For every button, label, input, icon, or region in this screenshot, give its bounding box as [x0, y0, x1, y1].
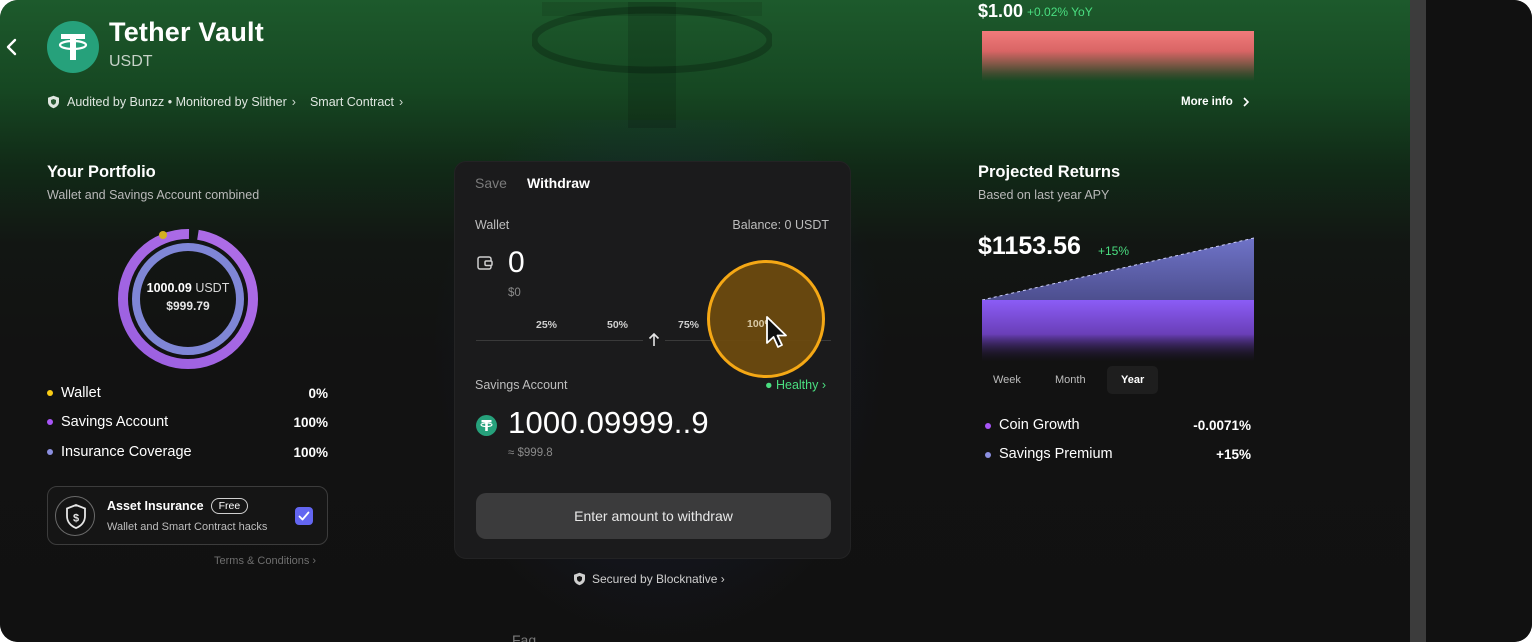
- portfolio-total: 1000.09 USDT $999.79: [113, 281, 263, 313]
- legend-row-savings: Savings Account 100%: [47, 414, 328, 430]
- savings-premium-dot: [985, 452, 991, 458]
- savings-amount: 1000.09999..9: [508, 405, 709, 440]
- wallet-usd-value: $0: [508, 287, 521, 299]
- app-frame: Tether Vault USDT Audited by Bunzz • Mon…: [0, 0, 1532, 642]
- return-row-savings-premium: Savings Premium +15%: [985, 446, 1251, 462]
- percent-50-button[interactable]: 50%: [607, 319, 628, 331]
- wallet-label: Wallet: [475, 218, 510, 232]
- legend-label: Insurance Coverage: [61, 444, 192, 460]
- insurance-checkbox[interactable]: [295, 507, 313, 525]
- wallet-dot: [47, 390, 53, 396]
- insurance-subtitle: Wallet and Smart Contract hacks: [107, 521, 268, 533]
- return-label: Coin Growth: [999, 417, 1080, 433]
- vault-page: Tether Vault USDT Audited by Bunzz • Mon…: [0, 0, 1410, 642]
- return-row-coin-growth: Coin Growth -0.0071%: [985, 417, 1251, 433]
- legend-row-insurance: Insurance Coverage 100%: [47, 444, 328, 460]
- chevron-right-icon: ›: [399, 95, 404, 109]
- legend-row-wallet: Wallet 0%: [47, 385, 328, 401]
- secured-by-link[interactable]: Secured by Blocknative ›: [573, 572, 725, 586]
- shield-icon: [48, 95, 59, 109]
- legend-label: Wallet: [61, 385, 101, 401]
- total-unit: USDT: [195, 281, 230, 295]
- projected-returns-title: Projected Returns: [978, 163, 1121, 181]
- portfolio-title: Your Portfolio: [47, 163, 156, 181]
- checkmark-icon: [298, 511, 310, 521]
- secured-label: Secured by Blocknative ›: [592, 572, 725, 586]
- wallet-amount-input[interactable]: 0: [508, 246, 525, 280]
- range-week[interactable]: Week: [979, 366, 1035, 394]
- window-divider[interactable]: [1410, 0, 1426, 642]
- savings-label: Savings Account: [475, 378, 568, 392]
- withdraw-button[interactable]: Enter amount to withdraw: [476, 493, 831, 539]
- percent-75-button[interactable]: 75%: [678, 319, 699, 331]
- savings-usd-value: ≈ $999.8: [508, 447, 553, 459]
- mouse-pointer-icon: [766, 316, 787, 348]
- insurance-dot: [47, 449, 53, 455]
- adjacent-window: [1426, 0, 1532, 642]
- legend-value: 100%: [293, 444, 328, 460]
- insurance-title-label: Asset Insurance: [107, 499, 204, 513]
- legend-value: 100%: [293, 414, 328, 430]
- legend-value: 0%: [308, 385, 328, 401]
- more-info-label: More info: [1181, 96, 1233, 108]
- terms-link[interactable]: Terms & Conditions ›: [214, 555, 316, 567]
- more-info-link[interactable]: More info: [1181, 96, 1253, 108]
- health-status-link[interactable]: ● Healthy ›: [765, 378, 826, 392]
- coin-growth-dot: [985, 423, 991, 429]
- tether-logo-icon: [47, 21, 99, 73]
- percent-25-button[interactable]: 25%: [536, 319, 557, 331]
- token-price: $1.00: [978, 1, 1024, 21]
- free-badge: Free: [210, 498, 249, 514]
- return-value: +15%: [1216, 446, 1251, 462]
- wallet-balance: Balance: 0 USDT: [732, 218, 829, 232]
- token-symbol: USDT: [109, 53, 153, 70]
- legend-label: Savings Account: [61, 414, 169, 430]
- arrow-up-icon[interactable]: [643, 329, 665, 351]
- portfolio-subtitle: Wallet and Savings Account combined: [47, 188, 260, 202]
- price-chart: [982, 31, 1254, 81]
- tab-withdraw[interactable]: Withdraw: [527, 175, 590, 191]
- shield-icon: [574, 572, 585, 586]
- tether-coin-icon: [476, 415, 497, 436]
- tab-save[interactable]: Save: [475, 175, 507, 191]
- page-title: Tether Vault: [109, 17, 264, 47]
- audit-links: Audited by Bunzz • Monitored by Slither …: [47, 95, 417, 109]
- return-value: -0.0071%: [1193, 417, 1251, 433]
- back-arrow-icon[interactable]: [4, 36, 18, 58]
- chevron-right-icon: ›: [291, 95, 296, 109]
- faq-heading-peek: Faq: [512, 632, 537, 642]
- total-usd: $999.79: [166, 299, 210, 313]
- chevron-right-icon: [1243, 97, 1249, 107]
- svg-text:$: $: [73, 513, 79, 525]
- return-label: Savings Premium: [999, 446, 1113, 462]
- audit-link[interactable]: Audited by Bunzz • Monitored by Slither: [67, 95, 287, 109]
- wallet-icon: [477, 256, 493, 270]
- insurance-title: Asset Insurance Free: [107, 498, 249, 514]
- total-amount: 1000.09: [146, 281, 192, 295]
- asset-insurance-card[interactable]: $ Asset Insurance Free Wallet and Smart …: [47, 486, 328, 545]
- range-year[interactable]: Year: [1107, 366, 1159, 394]
- price-change-yoy: +0.02% YoY: [1027, 5, 1093, 19]
- smart-contract-link[interactable]: Smart Contract: [310, 95, 394, 109]
- insurance-shield-icon: $: [55, 496, 95, 536]
- projected-returns-subtitle: Based on last year APY: [978, 188, 1110, 202]
- projected-returns-chart: [982, 237, 1254, 362]
- range-month[interactable]: Month: [1041, 366, 1100, 394]
- savings-dot: [47, 419, 53, 425]
- background-tether-watermark: [532, 2, 772, 128]
